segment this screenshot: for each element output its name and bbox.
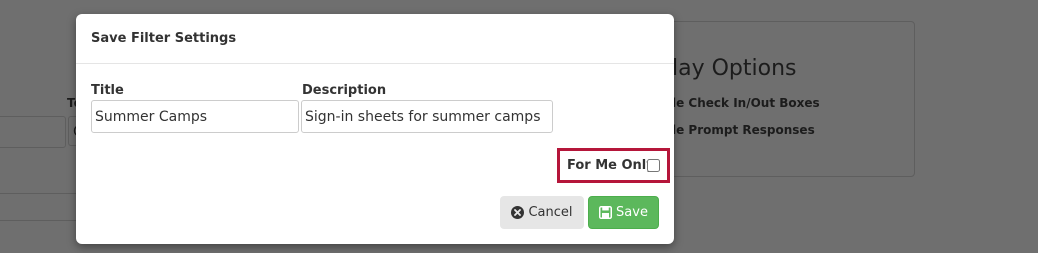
cancel-button-label: Cancel xyxy=(528,205,573,220)
dialog-header: Save Filter Settings xyxy=(76,14,674,64)
background-divider xyxy=(0,193,80,194)
save-filter-settings-dialog: Save Filter Settings Title Description F… xyxy=(76,14,674,244)
description-field-label: Description xyxy=(302,83,387,98)
title-field-label: Title xyxy=(91,83,124,98)
for-me-only-checkbox[interactable] xyxy=(647,159,660,172)
for-me-only-label: For Me Only xyxy=(567,158,655,173)
save-button-label: Save xyxy=(616,205,648,220)
floppy-disk-icon xyxy=(599,206,613,219)
title-input[interactable] xyxy=(91,100,299,133)
display-options-title: lay Options xyxy=(672,56,797,81)
cancel-button[interactable]: Cancel xyxy=(500,196,584,229)
display-options-panel: lay Options le Check In/Out Boxes le Pro… xyxy=(647,21,915,177)
background-input xyxy=(0,116,66,148)
display-option-check-in-out: le Check In/Out Boxes xyxy=(672,96,820,110)
save-button[interactable]: Save xyxy=(588,196,659,229)
times-circle-icon xyxy=(511,206,525,219)
description-input[interactable] xyxy=(301,100,553,133)
background-divider xyxy=(0,220,80,221)
dialog-title: Save Filter Settings xyxy=(91,31,237,46)
display-option-prompt-responses: le Prompt Responses xyxy=(672,123,815,137)
